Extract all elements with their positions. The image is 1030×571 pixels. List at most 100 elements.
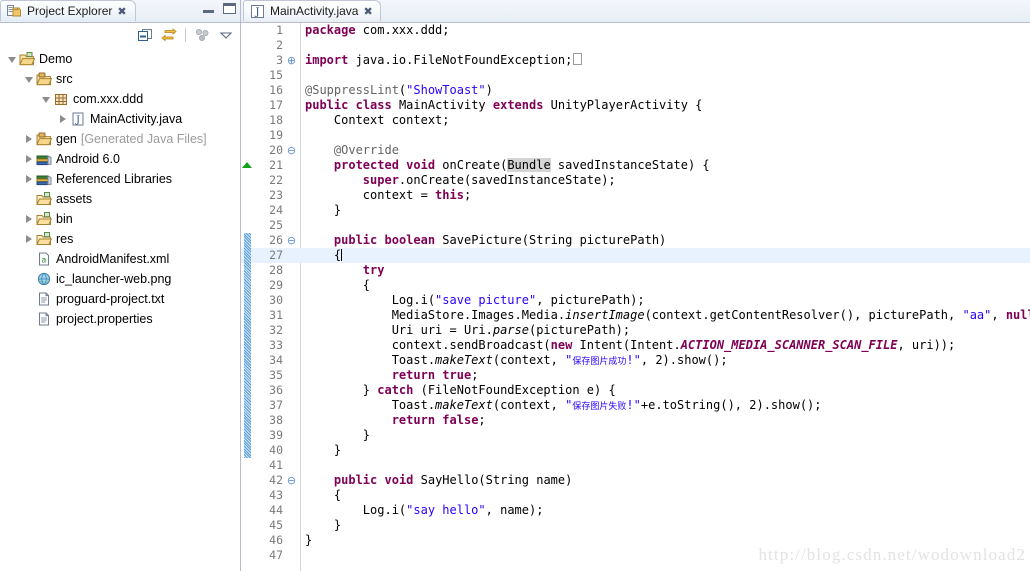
tab-mainactivity-java[interactable]: J MainActivity.java ✖: [243, 0, 381, 21]
code-line-text: }: [305, 518, 342, 532]
fold-collapse-icon[interactable]: ⊖: [286, 473, 297, 488]
twisty-expanded-icon[interactable]: [23, 69, 35, 89]
code-line[interactable]: 32 Uri uri = Uri.parse(picturePath);: [241, 323, 1030, 338]
code-line[interactable]: 17 public class MainActivity extends Unit…: [241, 98, 1030, 113]
tree-item-project-properties[interactable]: project.properties: [0, 309, 240, 329]
code-line[interactable]: 42 ⊖ public void SayHello(String name): [241, 473, 1030, 488]
code-line[interactable]: 3 ⊕ import java.io.FileNotFoundException;: [241, 53, 1030, 68]
line-number: 21: [269, 158, 283, 172]
tree-item-referenced-libraries[interactable]: Referenced Libraries: [0, 169, 240, 189]
tree-item-bin[interactable]: bin: [0, 209, 240, 229]
twisty-collapsed-icon[interactable]: [23, 129, 35, 149]
close-icon[interactable]: ✖: [363, 6, 372, 17]
text-file-icon: [35, 291, 53, 307]
code-line[interactable]: 39 }: [241, 428, 1030, 443]
tree-item-ic-launcher-web-png[interactable]: ic_launcher-web.png: [0, 269, 240, 289]
twisty-expanded-icon[interactable]: [6, 49, 18, 69]
code-line[interactable]: 40 }: [241, 443, 1030, 458]
svg-text:J: J: [75, 115, 80, 126]
code-line[interactable]: 43 {: [241, 488, 1030, 503]
code-line[interactable]: 1 package com.xxx.ddd;: [241, 23, 1030, 38]
twisty-placeholder: [23, 309, 35, 329]
tree-item-res[interactable]: res: [0, 229, 240, 249]
tree-item-androidmanifest-xml[interactable]: a AndroidManifest.xml: [0, 249, 240, 269]
code-line[interactable]: 15: [241, 68, 1030, 83]
code-line-text: }: [305, 443, 342, 457]
chevron-down-icon[interactable]: [218, 27, 234, 43]
twisty-collapsed-icon[interactable]: [23, 149, 35, 169]
code-line[interactable]: 19: [241, 128, 1030, 143]
project-explorer-icon: [6, 3, 22, 19]
change-bar: [244, 233, 251, 458]
view-menu-icon[interactable]: [194, 27, 210, 43]
code-line[interactable]: 22 super.onCreate(savedInstanceState);: [241, 173, 1030, 188]
code-line[interactable]: 31 MediaStore.Images.Media.insertImage(c…: [241, 308, 1030, 323]
project-explorer-tab[interactable]: Project Explorer ✖: [0, 0, 136, 21]
code-line[interactable]: 29 {: [241, 278, 1030, 293]
tree-item-sublabel: [Generated Java Files]: [80, 132, 207, 146]
code-line[interactable]: 45 }: [241, 518, 1030, 533]
twisty-collapsed-icon[interactable]: [57, 109, 69, 129]
text-caret: [341, 249, 343, 261]
close-icon[interactable]: ✖: [117, 6, 126, 17]
line-number: 35: [269, 368, 283, 382]
code-line[interactable]: 33 context.sendBroadcast(new Intent(Inte…: [241, 338, 1030, 353]
code-line[interactable]: 41: [241, 458, 1030, 473]
code-line[interactable]: 18 Context context;: [241, 113, 1030, 128]
tree-item-com-xxx-ddd[interactable]: com.xxx.ddd: [0, 89, 240, 109]
java-file-icon: J: [249, 3, 265, 19]
line-number: 23: [269, 188, 283, 202]
tree-item-proguard-project-txt[interactable]: proguard-project.txt: [0, 289, 240, 309]
fold-collapse-icon[interactable]: ⊖: [286, 233, 297, 248]
tree-item-mainactivity-java[interactable]: J MainActivity.java: [0, 109, 240, 129]
collapse-all-icon[interactable]: [137, 27, 153, 43]
image-file-icon: [35, 271, 53, 287]
code-line[interactable]: 30 Log.i("save picture", picturePath);: [241, 293, 1030, 308]
code-line[interactable]: 2: [241, 38, 1030, 53]
twisty-collapsed-icon[interactable]: [23, 209, 35, 229]
code-line-text: {: [305, 488, 342, 502]
maximize-icon[interactable]: [223, 3, 236, 14]
code-lines[interactable]: 1 package com.xxx.ddd; 2 3 ⊕ import java.io.F…: [241, 23, 1030, 571]
fold-expand-icon[interactable]: ⊕: [286, 53, 297, 68]
code-line[interactable]: 21 protected void onCreate(Bundle savedI…: [241, 158, 1030, 173]
code-line[interactable]: 27 {: [241, 248, 1030, 263]
link-with-editor-icon[interactable]: [161, 27, 177, 43]
code-line[interactable]: 36 } catch (FileNotFoundException e) {: [241, 383, 1030, 398]
tree-item-demo[interactable]: Demo: [0, 49, 240, 69]
code-line[interactable]: 34 Toast.makeText(context, "保存图片成功!", 2)…: [241, 353, 1030, 368]
code-line[interactable]: 37 Toast.makeText(context, "保存图片失败!"+e.t…: [241, 398, 1030, 413]
code-line-text: protected void onCreate(Bundle savedInst…: [333, 158, 710, 172]
twisty-collapsed-icon[interactable]: [23, 229, 35, 249]
line-number: 40: [269, 443, 283, 457]
code-line[interactable]: 26 ⊖ public boolean SavePicture(String pi…: [241, 233, 1030, 248]
twisty-collapsed-icon[interactable]: [23, 169, 35, 189]
line-number: 3: [276, 53, 283, 67]
code-line[interactable]: 23 context = this;: [241, 188, 1030, 203]
minimize-icon[interactable]: [203, 5, 214, 13]
line-number: 32: [269, 323, 283, 337]
code-line[interactable]: 25: [241, 218, 1030, 233]
line-number: 15: [269, 68, 283, 82]
line-number: 41: [269, 458, 283, 472]
code-line[interactable]: 35 return true;: [241, 368, 1030, 383]
code-line[interactable]: 28 try: [241, 263, 1030, 278]
line-number: 29: [269, 278, 283, 292]
fold-collapse-icon[interactable]: ⊖: [286, 143, 297, 158]
tree-item-gen[interactable]: gen [Generated Java Files]: [0, 129, 240, 149]
code-line[interactable]: 16 @SuppressLint("ShowToast"): [241, 83, 1030, 98]
code-line[interactable]: 38 return false;: [241, 413, 1030, 428]
code-line-text: package com.xxx.ddd;: [305, 23, 450, 37]
code-editor-area[interactable]: 1 package com.xxx.ddd; 2 3 ⊕ import java.io.F…: [241, 23, 1030, 571]
project-tree[interactable]: Demo src com.xxx.ddd J MainActivity.java gen[…: [0, 47, 240, 571]
code-line[interactable]: 44 Log.i("say hello", name);: [241, 503, 1030, 518]
tree-item-src[interactable]: src: [0, 69, 240, 89]
twisty-placeholder: [23, 269, 35, 289]
twisty-expanded-icon[interactable]: [40, 89, 52, 109]
tree-item-android-6-0[interactable]: Android 6.0: [0, 149, 240, 169]
tree-item-assets[interactable]: assets: [0, 189, 240, 209]
code-line[interactable]: 20 ⊖ @Override: [241, 143, 1030, 158]
tree-item-label: Referenced Libraries: [56, 172, 173, 186]
line-number: 43: [269, 488, 283, 502]
code-line[interactable]: 24 }: [241, 203, 1030, 218]
